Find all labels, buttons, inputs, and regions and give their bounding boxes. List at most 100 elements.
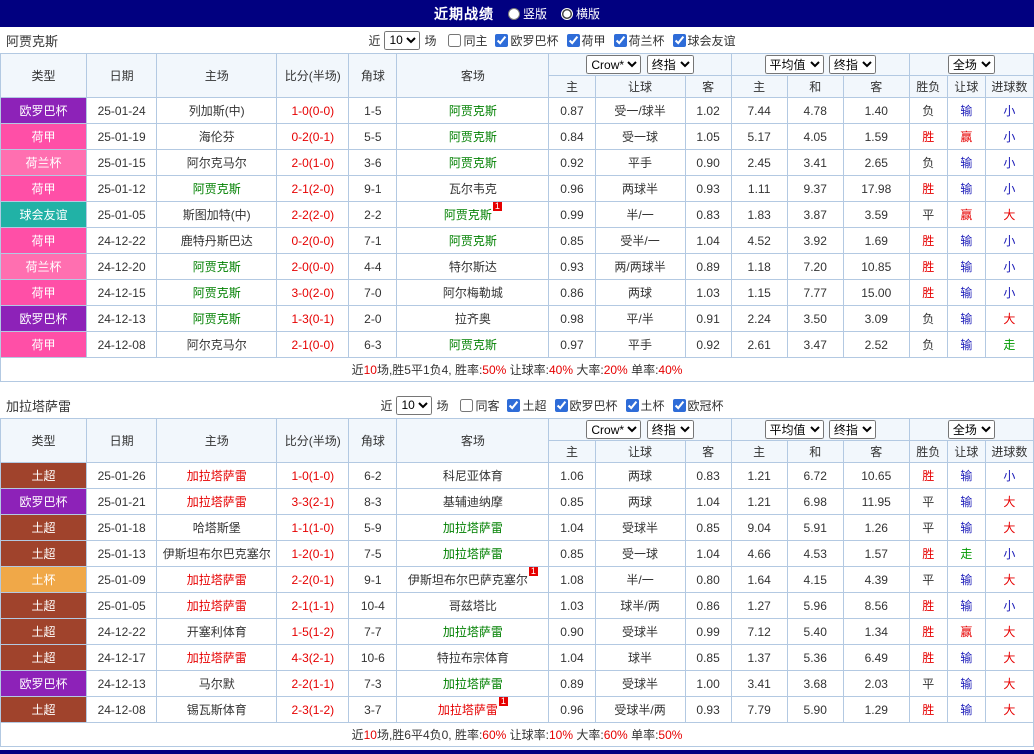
score-cell: 1-2(0-1): [277, 541, 349, 567]
odds-handicap: 平/半: [595, 306, 685, 332]
league-badge: 土超: [1, 593, 87, 619]
fullmatch-dropdown-cell: 全场: [909, 54, 1033, 76]
away-team: 阿贾克斯: [397, 228, 549, 254]
filter-checkbox[interactable]: [626, 399, 639, 412]
horizontal-layout-radio[interactable]: [561, 8, 573, 20]
score-cell: 2-0(0-0): [277, 254, 349, 280]
corner-cell: 10-4: [349, 593, 397, 619]
avg-dropdowns-cell: 平均值 终指: [731, 54, 909, 76]
subcol-goals-result: 进球数: [985, 76, 1033, 98]
home-team: 列加斯(中): [157, 98, 277, 124]
odds-time-select[interactable]: 终指: [647, 55, 694, 74]
match-row: 荷兰杯24-12-20阿贾克斯2-0(0-0)4-4特尔斯达0.93两/两球半0…: [1, 254, 1034, 280]
subcol-avg-home: 主: [731, 441, 787, 463]
filter-option[interactable]: 荷兰杯: [614, 32, 665, 49]
fullmatch-select[interactable]: 全场: [948, 420, 995, 439]
subcol-avg-away: 客: [843, 76, 909, 98]
odds-company-select[interactable]: Crow*: [586, 55, 641, 74]
team-name-text: 开塞利体育: [187, 625, 247, 639]
odds-home: 0.85: [549, 541, 595, 567]
filter-option[interactable]: 土杯: [626, 397, 665, 414]
league-badge: 欧罗巴杯: [1, 671, 87, 697]
corner-cell: 1-5: [349, 98, 397, 124]
avg-draw: 4.53: [787, 541, 843, 567]
avg-dropdowns-cell: 平均值 终指: [731, 419, 909, 441]
filter-option[interactable]: 欧罗巴杯: [555, 397, 618, 414]
result-goals: 小: [985, 463, 1033, 489]
away-team: 阿尔梅勒城: [397, 280, 549, 306]
match-row: 欧罗巴杯25-01-24列加斯(中)1-0(0-0)1-5阿贾克斯0.87受一/…: [1, 98, 1034, 124]
result-handicap: 输: [947, 228, 985, 254]
avg-draw: 5.91: [787, 515, 843, 541]
filter-option[interactable]: 欧罗巴杯: [495, 32, 558, 49]
avg-away: 1.29: [843, 697, 909, 723]
avg-away: 1.34: [843, 619, 909, 645]
result-goals: 小: [985, 254, 1033, 280]
filter-checkbox[interactable]: [555, 399, 568, 412]
result-goals: 大: [985, 671, 1033, 697]
recent-count-select[interactable]: 10: [384, 31, 420, 50]
fullmatch-select[interactable]: 全场: [948, 55, 995, 74]
team-name-text: 阿贾克斯: [449, 104, 497, 118]
avg-type-select[interactable]: 平均值: [765, 55, 824, 74]
filter-checkbox[interactable]: [495, 34, 508, 47]
filter-checkbox[interactable]: [507, 399, 520, 412]
score-cell: 2-1(1-1): [277, 593, 349, 619]
filter-checkbox[interactable]: [673, 34, 686, 47]
filter-checkbox[interactable]: [614, 34, 627, 47]
subcol-handicap-result: 让球: [947, 441, 985, 463]
odds-home: 0.87: [549, 98, 595, 124]
team-name-text: 列加斯(中): [189, 104, 245, 118]
odds-home: 0.96: [549, 697, 595, 723]
odds-away: 1.02: [685, 98, 731, 124]
team-name-text: 阿贾克斯: [444, 208, 492, 222]
avg-type-select[interactable]: 平均值: [765, 420, 824, 439]
layout-option-horizontal[interactable]: 横版: [561, 5, 600, 22]
avg-time-select[interactable]: 终指: [829, 420, 876, 439]
filter-checkbox[interactable]: [673, 399, 686, 412]
team-name-text: 加拉塔萨雷: [187, 573, 247, 587]
filter-bar: 近 10 场 同客土超欧罗巴杯土杯欧冠杯: [380, 396, 723, 415]
odds-away: 0.85: [685, 515, 731, 541]
summary-text: 40%: [549, 363, 573, 377]
avg-away: 1.26: [843, 515, 909, 541]
layout-option-vertical[interactable]: 竖版: [508, 5, 547, 22]
result-outcome: 胜: [909, 697, 947, 723]
match-row: 土杯25-01-09加拉塔萨雷2-2(0-1)9-1伊斯坦布尔巴萨克塞尔11.0…: [1, 567, 1034, 593]
odds-handicap: 平手: [595, 150, 685, 176]
odds-handicap: 受球半/两: [595, 697, 685, 723]
team-name-text: 特尔斯达: [449, 260, 497, 274]
odds-company-select[interactable]: Crow*: [586, 420, 641, 439]
home-team: 阿尔克马尔: [157, 150, 277, 176]
result-goals: 小: [985, 98, 1033, 124]
home-team: 阿贾克斯: [157, 280, 277, 306]
team-name-text: 加拉塔萨雷: [443, 677, 503, 691]
avg-draw: 5.90: [787, 697, 843, 723]
avg-away: 17.98: [843, 176, 909, 202]
avg-time-select[interactable]: 终指: [829, 55, 876, 74]
vertical-layout-radio[interactable]: [508, 8, 520, 20]
recent-count-select[interactable]: 10: [396, 396, 432, 415]
team-name-text: 加拉塔萨雷: [187, 599, 247, 613]
away-team: 阿贾克斯: [397, 332, 549, 358]
avg-away: 2.52: [843, 332, 909, 358]
match-row: 荷甲24-12-15阿贾克斯3-0(2-0)7-0阿尔梅勒城0.86两球1.03…: [1, 280, 1034, 306]
odds-handicap: 受球半: [595, 515, 685, 541]
filter-option[interactable]: 欧冠杯: [673, 397, 724, 414]
section-galatasaray: 加拉塔萨雷 近 10 场 同客土超欧罗巴杯土杯欧冠杯 类型 日期 主场 比分(半…: [0, 392, 1034, 747]
filter-option[interactable]: 土超: [507, 397, 546, 414]
filter-option[interactable]: 球会友谊: [673, 32, 736, 49]
match-row: 荷甲24-12-08阿尔克马尔2-1(0-0)6-3阿贾克斯0.97平手0.92…: [1, 332, 1034, 358]
filter-checkbox[interactable]: [448, 34, 461, 47]
league-badge: 荷甲: [1, 332, 87, 358]
filter-option[interactable]: 同客: [460, 397, 499, 414]
odds-time-select[interactable]: 终指: [647, 420, 694, 439]
filter-label: 土杯: [641, 397, 665, 414]
odds-home: 0.97: [549, 332, 595, 358]
odds-away: 0.99: [685, 619, 731, 645]
filter-option[interactable]: 荷甲: [567, 32, 606, 49]
filter-checkbox[interactable]: [567, 34, 580, 47]
bottom-divider: [0, 750, 1034, 754]
filter-option[interactable]: 同主: [448, 32, 487, 49]
filter-checkbox[interactable]: [460, 399, 473, 412]
